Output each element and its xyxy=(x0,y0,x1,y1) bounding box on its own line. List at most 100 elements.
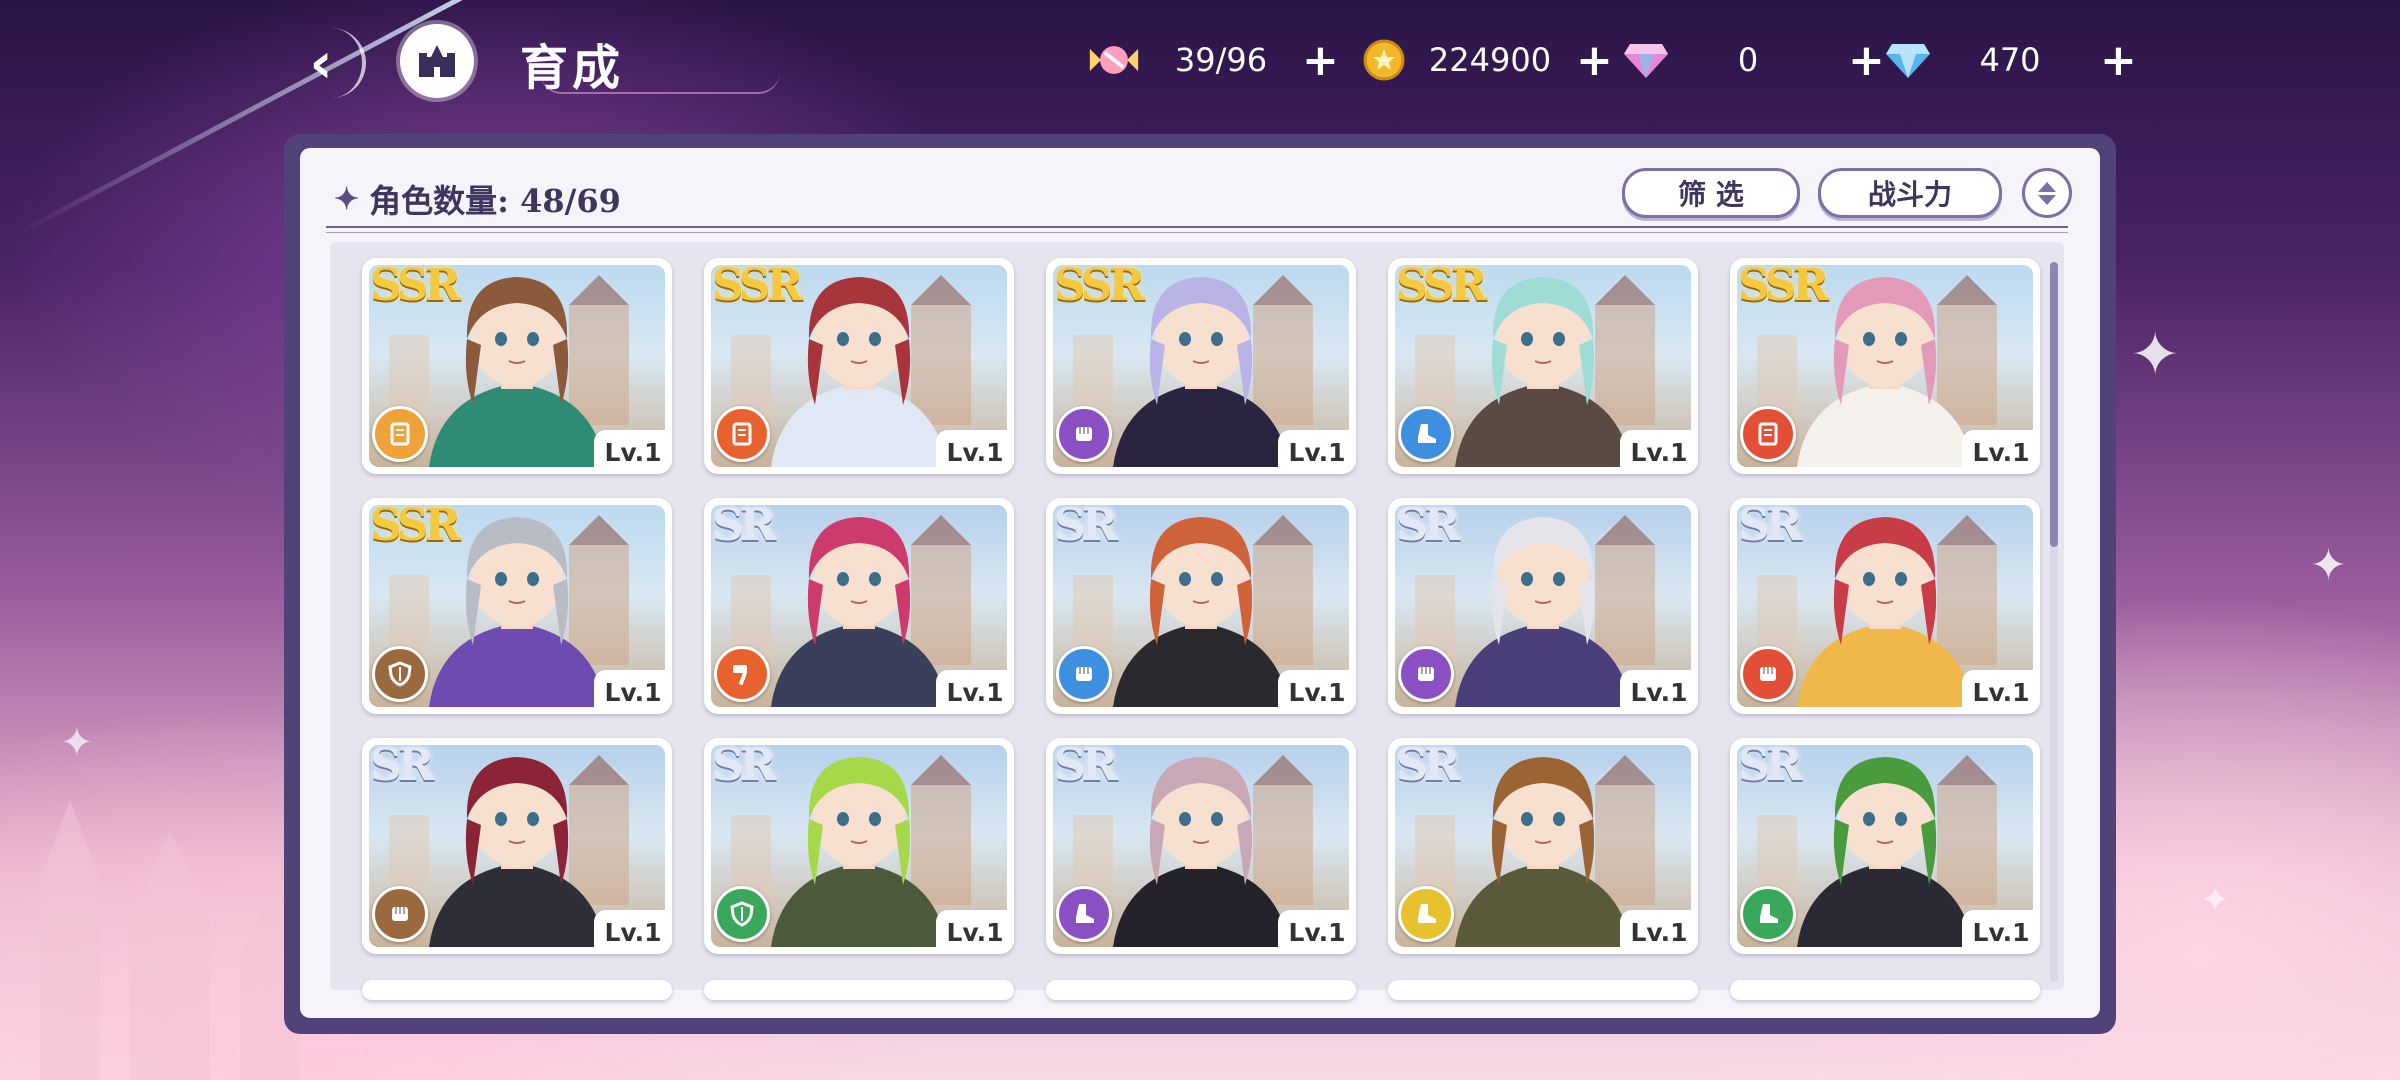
role-fist-icon xyxy=(372,886,428,942)
level-label: Lv.1 xyxy=(1620,430,1698,474)
pink-gem-icon xyxy=(1620,36,1672,84)
level-label: Lv.1 xyxy=(1278,910,1356,954)
candy-value: 39/96 xyxy=(1174,41,1268,79)
level-label: Lv.1 xyxy=(1278,430,1356,474)
pink-gem-value: 0 xyxy=(1737,41,1759,79)
pink-gem-counter: 0 + xyxy=(1620,35,1885,86)
rarity-badge: SR xyxy=(712,500,776,551)
header-divider-thin xyxy=(326,232,2068,233)
blue-diamond-icon xyxy=(1882,36,1934,84)
level-label: Lv.1 xyxy=(1278,670,1356,714)
four-point-star-icon: ✦ xyxy=(334,181,360,217)
character-card[interactable]: SR Lv.1 xyxy=(362,738,672,954)
back-button[interactable]: ‹ xyxy=(280,28,366,98)
role-boot-icon xyxy=(1740,886,1796,942)
home-button[interactable] xyxy=(400,24,474,98)
level-label: Lv.1 xyxy=(594,670,672,714)
role-shield-icon xyxy=(372,646,428,702)
character-card-partial[interactable] xyxy=(1046,980,1356,1000)
character-card[interactable]: SR Lv.1 xyxy=(704,498,1014,714)
gold-value: 224900 xyxy=(1428,41,1552,79)
rarity-badge: SR xyxy=(1054,740,1118,791)
character-card-partial[interactable] xyxy=(1730,980,2040,1000)
add-pink-gem-button[interactable]: + xyxy=(1848,35,1885,86)
character-card[interactable]: SR Lv.1 xyxy=(1388,498,1698,714)
sort-up-arrow-icon xyxy=(2038,181,2056,192)
role-fist-icon xyxy=(1398,646,1454,702)
sparkle-icon: ✦ xyxy=(2310,540,2347,591)
scrollbar-thumb[interactable] xyxy=(2050,262,2058,547)
role-shield-icon xyxy=(714,886,770,942)
level-label: Lv.1 xyxy=(1962,430,2040,474)
rarity-badge: SR xyxy=(1396,500,1460,551)
title-decoration xyxy=(540,72,780,94)
sort-power-button[interactable]: 战斗力 xyxy=(1818,168,2002,218)
character-card[interactable]: SSR Lv.1 xyxy=(1046,258,1356,474)
sparkle-icon: ✦ xyxy=(2130,320,2181,390)
candy-icon xyxy=(1088,36,1140,84)
level-label: Lv.1 xyxy=(936,430,1014,474)
add-candy-button[interactable]: + xyxy=(1302,35,1339,86)
character-card-partial[interactable] xyxy=(704,980,1014,1000)
character-card[interactable]: SSR Lv.1 xyxy=(1730,258,2040,474)
header-divider xyxy=(326,226,2068,228)
diamond-value: 470 xyxy=(1979,41,2041,79)
role-hammer-icon xyxy=(714,646,770,702)
castle-home-icon xyxy=(419,45,455,77)
rarity-badge: SSR xyxy=(1738,260,1829,311)
rarity-badge: SR xyxy=(712,740,776,791)
rarity-badge: SR xyxy=(370,740,434,791)
character-card[interactable]: SR Lv.1 xyxy=(1046,498,1356,714)
role-fist-icon xyxy=(1056,646,1112,702)
character-count-label: 角色数量: 48/69 xyxy=(369,182,621,220)
role-book-icon xyxy=(372,406,428,462)
role-book-icon xyxy=(714,406,770,462)
character-count: ✦ 角色数量: 48/69 xyxy=(334,176,621,222)
filter-button[interactable]: 筛 选 xyxy=(1622,168,1800,218)
diamond-counter: 470 + xyxy=(1882,35,2137,86)
character-card[interactable]: SR Lv.1 xyxy=(1730,738,2040,954)
sparkle-icon: ✦ xyxy=(2200,880,2231,921)
character-card[interactable]: SSR Lv.1 xyxy=(704,258,1014,474)
level-label: Lv.1 xyxy=(1962,670,2040,714)
rarity-badge: SSR xyxy=(370,500,461,551)
character-card[interactable]: SR Lv.1 xyxy=(704,738,1014,954)
level-label: Lv.1 xyxy=(594,430,672,474)
rarity-badge: SSR xyxy=(1396,260,1487,311)
role-boot-icon xyxy=(1398,886,1454,942)
gold-counter: 224900 + xyxy=(1358,35,1613,86)
role-book-icon xyxy=(1740,406,1796,462)
rarity-badge: SSR xyxy=(370,260,461,311)
sort-order-button[interactable] xyxy=(2022,168,2072,218)
rarity-badge: SSR xyxy=(1054,260,1145,311)
rarity-badge: SR xyxy=(1738,500,1802,551)
back-arrow-icon: ‹ xyxy=(309,30,333,96)
level-label: Lv.1 xyxy=(594,910,672,954)
character-card[interactable]: SSR Lv.1 xyxy=(362,498,672,714)
role-boot-icon xyxy=(1056,886,1112,942)
add-gold-button[interactable]: + xyxy=(1576,35,1613,86)
character-card[interactable]: SSR Lv.1 xyxy=(1388,258,1698,474)
character-card-partial[interactable] xyxy=(1388,980,1698,1000)
role-fist-icon xyxy=(1056,406,1112,462)
rarity-badge: SR xyxy=(1054,500,1118,551)
role-boot-icon xyxy=(1398,406,1454,462)
level-label: Lv.1 xyxy=(1620,910,1698,954)
character-card[interactable]: SR Lv.1 xyxy=(1046,738,1356,954)
character-card-partial[interactable] xyxy=(362,980,672,1000)
role-fist-icon xyxy=(1740,646,1796,702)
level-label: Lv.1 xyxy=(1962,910,2040,954)
character-card[interactable]: SSR Lv.1 xyxy=(362,258,672,474)
rarity-badge: SR xyxy=(1396,740,1460,791)
level-label: Lv.1 xyxy=(936,910,1014,954)
character-card[interactable]: SR Lv.1 xyxy=(1388,738,1698,954)
character-card[interactable]: SR Lv.1 xyxy=(1730,498,2040,714)
top-bar: ‹ 育成 39/96 + 224900 + 0 + 470 + xyxy=(0,0,2400,130)
sort-down-arrow-icon xyxy=(2038,194,2056,205)
level-label: Lv.1 xyxy=(936,670,1014,714)
rarity-badge: SSR xyxy=(712,260,803,311)
gold-coin-icon xyxy=(1358,36,1410,84)
level-label: Lv.1 xyxy=(1620,670,1698,714)
rarity-badge: SR xyxy=(1738,740,1802,791)
add-diamond-button[interactable]: + xyxy=(2100,35,2137,86)
